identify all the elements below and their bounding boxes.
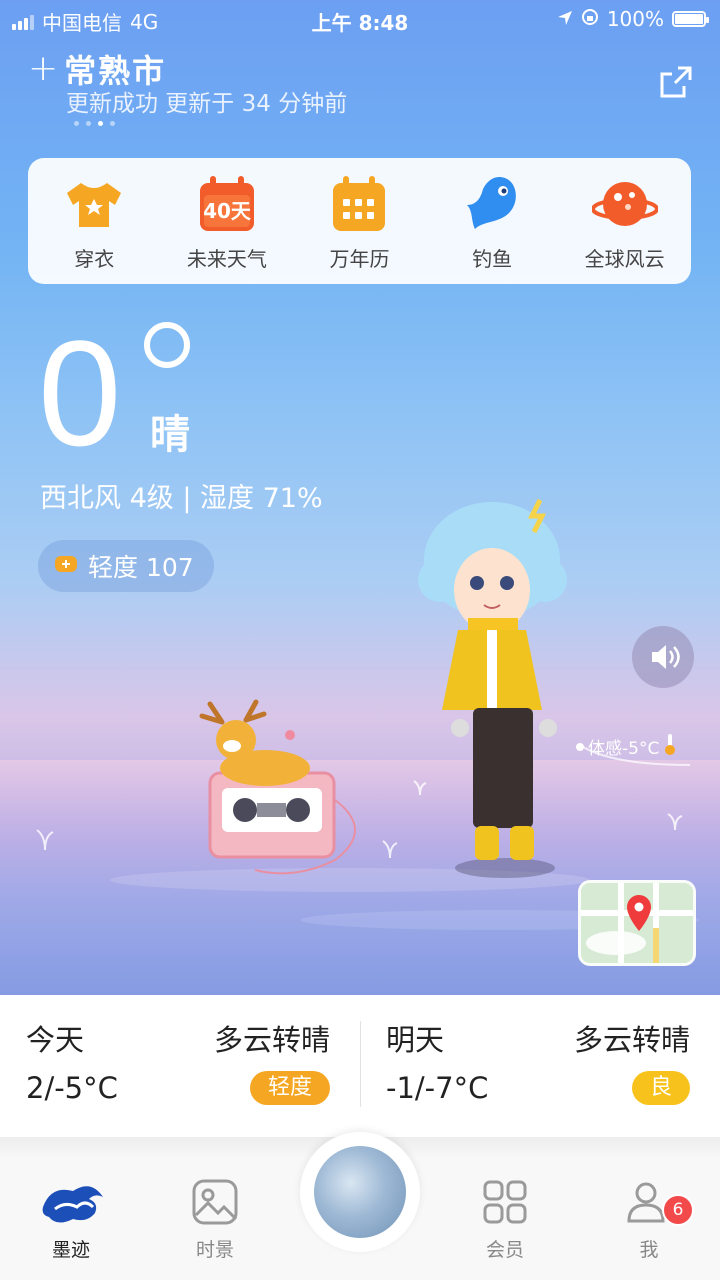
grid-icon [480, 1177, 530, 1227]
battery-percent: 100% [606, 7, 664, 31]
update-status: 更新成功 更新于 34 分钟前 [66, 91, 348, 117]
page-indicator [74, 121, 115, 126]
shirt-icon [61, 171, 127, 237]
status-bar: 中国电信 4G 上午 8:48 100% [0, 0, 720, 40]
svg-text:40天: 40天 [203, 199, 252, 223]
current-condition: 晴 [150, 412, 190, 458]
speaker-icon [652, 645, 680, 669]
battery-icon [672, 11, 709, 27]
tab-moji[interactable]: 墨迹 [16, 1177, 126, 1262]
mask-icon [52, 553, 80, 579]
forecast-panel: 今天 多云转晴 2/-5°C 轻度 明天 多云转晴 -1/-7°C 良 [0, 995, 720, 1137]
tool-future-weather[interactable]: 40天 未来天气 [172, 171, 282, 272]
share-icon[interactable] [658, 64, 694, 100]
tools-card: 穿衣 40天 未来天气 万年历 钓鱼 全球风云 [28, 158, 691, 284]
moji-cloud-icon [42, 1177, 103, 1227]
tab-member[interactable]: 会员 [450, 1177, 560, 1262]
add-city-icon[interactable]: + [28, 51, 58, 87]
voice-broadcast-button[interactable] [632, 626, 694, 688]
tool-calendar[interactable]: 万年历 [304, 171, 414, 272]
fish-icon [459, 171, 525, 237]
calendar-40day-icon: 40天 [194, 171, 260, 237]
sky-photo-button[interactable] [314, 1146, 406, 1238]
forecast-today[interactable]: 今天 多云转晴 2/-5°C 轻度 [0, 995, 360, 1137]
map-button[interactable] [578, 880, 696, 966]
tab-scenes[interactable]: 时景 [160, 1177, 270, 1262]
planet-icon [590, 171, 659, 237]
photo-icon [190, 1177, 240, 1227]
thermometer-icon [663, 732, 677, 761]
calendar-grid-icon [326, 171, 392, 237]
orientation-lock-icon [581, 7, 599, 31]
notification-badge: 6 [662, 1194, 694, 1226]
tool-global-weather[interactable]: 全球风云 [570, 171, 680, 272]
degree-symbol [144, 322, 190, 368]
character-illustration [418, 498, 567, 878]
tool-clothing[interactable]: 穿衣 [39, 171, 149, 272]
map-icon [581, 883, 693, 963]
location-arrow-icon [557, 7, 573, 31]
aqi-badge[interactable]: 轻度 107 [38, 540, 214, 592]
current-temperature: 0 [38, 309, 122, 477]
aqi-level-badge: 良 [631, 1071, 690, 1105]
forecast-tomorrow[interactable]: 明天 多云转晴 -1/-7°C 良 [360, 995, 720, 1137]
aqi-level-badge: 轻度 [249, 1071, 330, 1105]
tool-fishing[interactable]: 钓鱼 [437, 171, 547, 272]
wind-humidity: 西北风 4级 | 湿度 71% [40, 483, 323, 514]
cassette-illustration [208, 771, 356, 875]
feels-like: 体感-5°C [576, 732, 677, 761]
